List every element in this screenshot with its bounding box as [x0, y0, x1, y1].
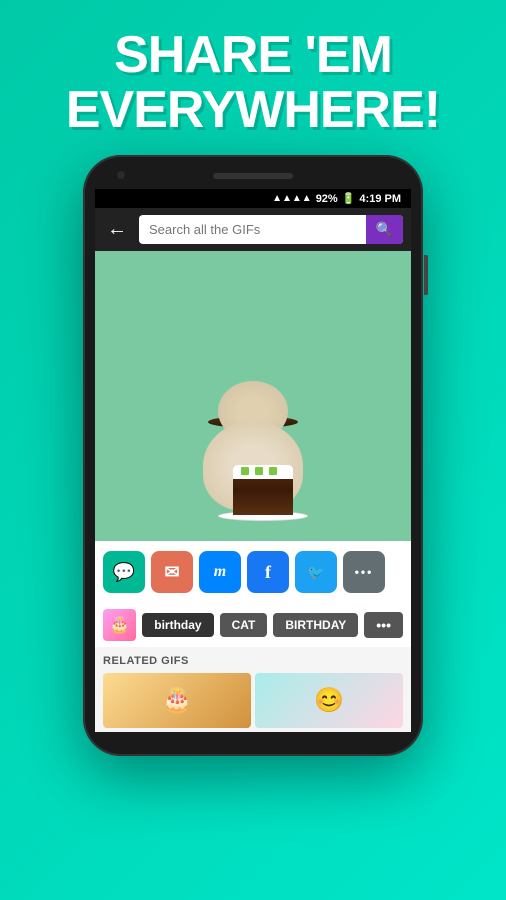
related-gif-2[interactable]: 😊: [255, 673, 403, 728]
share-buttons-row: 💬 ✉ m f 🐦 •••: [95, 541, 411, 603]
battery-percent: 92%: [316, 193, 338, 205]
signal-bars: ▲▲▲▲: [272, 193, 312, 204]
cake-slice: [233, 465, 293, 515]
status-time: 4:19 PM: [359, 193, 401, 205]
headline-line1: SHARE 'EM: [114, 26, 392, 84]
tag-birthday-active[interactable]: birthday: [142, 613, 213, 637]
share-twitter-button[interactable]: 🐦: [295, 551, 337, 593]
share-chat-button[interactable]: 💬: [103, 551, 145, 593]
cake-frosting: [233, 465, 293, 479]
search-input[interactable]: [139, 216, 366, 243]
headline-line2: EVERYWHERE!: [66, 81, 440, 139]
phone-screen: ▲▲▲▲ 92% 🔋 4:19 PM ← 🔍: [95, 189, 411, 732]
related-gif-face-1: 🎂: [103, 673, 251, 728]
related-gif-1[interactable]: 🎂: [103, 673, 251, 728]
speaker: [213, 173, 293, 179]
search-button[interactable]: 🔍: [366, 215, 403, 244]
back-button[interactable]: ←: [103, 216, 131, 243]
camera-dot: [117, 171, 125, 179]
share-facebook-button[interactable]: f: [247, 551, 289, 593]
green-bit-1: [241, 467, 249, 475]
search-bar: ← 🔍: [95, 208, 411, 251]
phone-top-bar: [95, 173, 411, 189]
cake-plate: [218, 511, 308, 521]
main-gif-image[interactable]: [95, 251, 411, 541]
battery-icon: 🔋: [342, 192, 356, 205]
related-gif-face-2: 😊: [255, 673, 403, 728]
green-bit-2: [255, 467, 263, 475]
share-more-button[interactable]: •••: [343, 551, 385, 593]
tag-birthday2[interactable]: BIRTHDAY: [273, 613, 358, 637]
cat-scene: [95, 251, 411, 541]
volume-button[interactable]: [424, 255, 428, 295]
share-mail-button[interactable]: ✉: [151, 551, 193, 593]
related-label: RELATED GIFS: [103, 655, 403, 667]
related-gifs-row: 🎂 😊: [103, 673, 403, 728]
search-icon: 🔍: [376, 221, 393, 237]
search-container: 🔍: [139, 215, 403, 244]
share-messenger-button[interactable]: m: [199, 551, 241, 593]
tag-cat[interactable]: CAT: [220, 613, 268, 637]
cake-green-bits: [241, 467, 277, 475]
tag-more[interactable]: •••: [364, 612, 403, 638]
status-bar: ▲▲▲▲ 92% 🔋 4:19 PM: [95, 189, 411, 208]
tags-row: 🎂 birthday CAT BIRTHDAY •••: [95, 603, 411, 647]
tag-thumbnail: 🎂: [103, 609, 136, 641]
headline: SHARE 'EM EVERYWHERE!: [0, 0, 506, 155]
phone-frame: ▲▲▲▲ 92% 🔋 4:19 PM ← 🔍: [83, 155, 423, 756]
green-bit-3: [269, 467, 277, 475]
related-section: RELATED GIFS 🎂 😊: [95, 647, 411, 732]
